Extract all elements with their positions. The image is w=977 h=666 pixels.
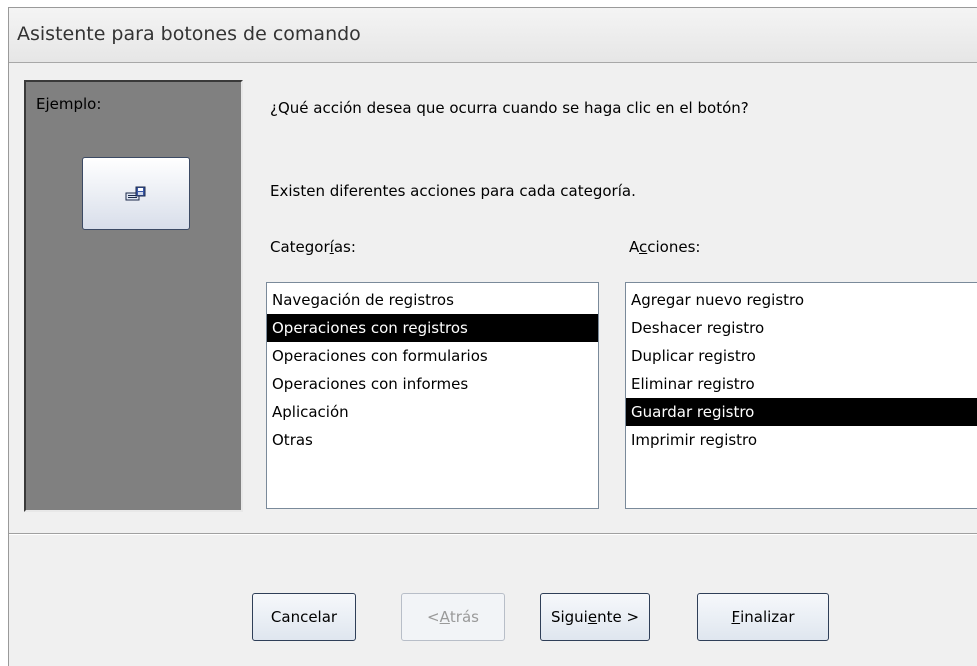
example-label: Ejemplo:	[36, 95, 102, 113]
back-button[interactable]: < Atrás	[401, 593, 505, 641]
info-text: Existen diferentes acciones para cada ca…	[270, 182, 636, 200]
wizard-body: Ejemplo: ¿Qué acción desea que ocurra cu…	[9, 62, 977, 533]
actions-listbox[interactable]: Agregar nuevo registro Deshacer registro D…	[625, 282, 977, 509]
categories-label: Categorías:	[270, 238, 356, 256]
finish-button[interactable]: Finalizar	[697, 593, 829, 641]
categories-item[interactable]: Otras	[267, 426, 598, 454]
categories-item[interactable]: Navegación de registros	[267, 286, 598, 314]
dialog-title: Asistente para botones de comando	[17, 23, 361, 45]
categories-item[interactable]: Aplicación	[267, 398, 598, 426]
save-record-icon	[125, 186, 146, 200]
categories-item[interactable]: Operaciones con formularios	[267, 342, 598, 370]
button-divider	[9, 533, 977, 535]
wizard-dialog: Asistente para botones de comando Ejempl…	[8, 7, 977, 666]
actions-item[interactable]: Guardar registro	[626, 398, 977, 426]
example-panel: Ejemplo:	[24, 80, 243, 512]
actions-label: Acciones:	[629, 238, 701, 256]
categories-item[interactable]: Operaciones con informes	[267, 370, 598, 398]
actions-item[interactable]: Agregar nuevo registro	[626, 286, 977, 314]
title-bar[interactable]: Asistente para botones de comando	[9, 8, 977, 62]
categories-listbox[interactable]: Navegación de registros Operaciones con r…	[266, 282, 599, 509]
actions-item[interactable]: Deshacer registro	[626, 314, 977, 342]
actions-item[interactable]: Duplicar registro	[626, 342, 977, 370]
categories-item[interactable]: Operaciones con registros	[267, 314, 598, 342]
actions-item[interactable]: Eliminar registro	[626, 370, 977, 398]
example-command-button	[82, 157, 190, 230]
actions-item[interactable]: Imprimir registro	[626, 426, 977, 454]
question-text: ¿Qué acción desea que ocurra cuando se h…	[270, 99, 749, 117]
next-button[interactable]: Sigui e nte >	[540, 593, 650, 641]
cancel-button[interactable]: Cancelar	[252, 593, 356, 641]
